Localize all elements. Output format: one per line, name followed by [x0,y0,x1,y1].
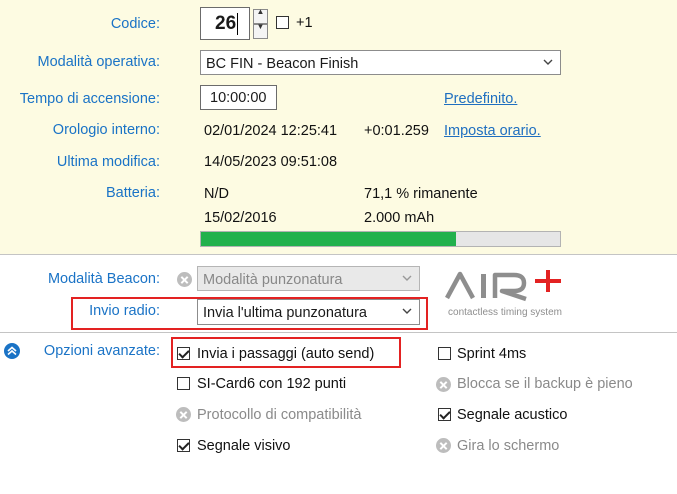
battery-level-fill [201,232,457,246]
plus-one-label: +1 [296,15,313,31]
modalita-beacon-value: Modalità punzonatura [203,272,343,288]
modalita-beacon-label: Modalità Beacon: [47,271,160,287]
modalita-operativa-select[interactable]: BC FIN - Beacon Finish [200,50,561,75]
segnale-acustico-label: Segnale acustico [457,407,568,423]
segnale-visivo-checkbox[interactable] [177,439,190,452]
orologio-offset: +0:01.259 [364,123,429,139]
opzioni-avanzate-label: Opzioni avanzate: [43,343,160,359]
blocca-backup-label: Blocca se il backup è pieno [457,376,633,392]
batteria-capacity: 2.000 mAh [364,210,435,226]
modalita-operativa-value: BC FIN - Beacon Finish [206,56,359,72]
air-logo-icon: contactless timing system [445,270,562,318]
orologio-datetime: 02/01/2024 12:25:41 [204,123,338,139]
codice-input[interactable]: 26 [200,7,250,40]
segnale-acustico-checkbox[interactable] [438,408,451,421]
section-divider [0,332,677,333]
caret-up-icon: ▲ [256,7,265,16]
predefinito-link[interactable]: Predefinito. [444,90,517,108]
segnale-visivo-label: Segnale visivo [197,438,291,454]
sprint-4ms-label: Sprint 4ms [457,346,527,362]
protocollo-label: Protocollo di compatibilità [197,407,362,423]
chevron-down-icon [543,59,553,65]
invio-radio-label: Invio radio: [89,303,160,319]
tempo-accensione-label: Tempo di accensione: [19,91,160,107]
gira-schermo-label: Gira lo schermo [457,438,560,454]
si-card6-checkbox[interactable] [177,377,190,390]
protocollo-disabled-x-icon [176,407,191,422]
batteria-date: 15/02/2016 [204,210,277,226]
orologio-interno-label: Orologio interno: [52,122,160,138]
auto-send-label: Invia i passaggi (auto send) [197,346,375,362]
batteria-remaining: 71,1 % rimanente [364,186,478,202]
auto-send-checkbox[interactable] [177,347,190,360]
caret-down-icon: ▼ [256,22,265,31]
gira-schermo-disabled-x-icon [436,438,451,453]
sprint-4ms-checkbox[interactable] [438,347,451,360]
codice-value: 26 [215,13,237,34]
ultima-modifica-datetime: 14/05/2023 09:51:08 [204,154,338,170]
logo-tagline: contactless timing system [448,307,562,318]
modalita-operativa-label: Modalità operativa: [37,54,160,70]
imposta-orario-link[interactable]: Imposta orario. [444,122,541,140]
disabled-x-icon [177,272,192,287]
chevron-down-icon [402,275,412,281]
ultima-modifica-label: Ultima modifica: [56,154,160,170]
codice-label: Codice: [110,16,160,32]
text-caret [237,13,238,35]
invio-radio-value: Invia l'ultima punzonatura [203,305,367,321]
section-divider [0,254,677,255]
battery-level-bar [200,231,561,247]
modalita-beacon-select[interactable]: Modalità punzonatura [197,266,420,291]
invio-radio-select[interactable]: Invia l'ultima punzonatura [197,299,420,325]
si-card6-label: SI-Card6 con 192 punti [197,376,347,392]
codice-spin-down-button[interactable]: ▼ [253,22,268,39]
tempo-accensione-input[interactable]: 10:00:00 [200,85,277,110]
batteria-label: Batteria: [106,185,160,201]
tempo-accensione-value: 10:00:00 [210,90,267,106]
batteria-status: N/D [204,186,229,202]
plus-one-checkbox[interactable] [276,16,289,29]
chevron-down-icon [402,308,412,314]
blocca-backup-disabled-x-icon [436,377,451,392]
